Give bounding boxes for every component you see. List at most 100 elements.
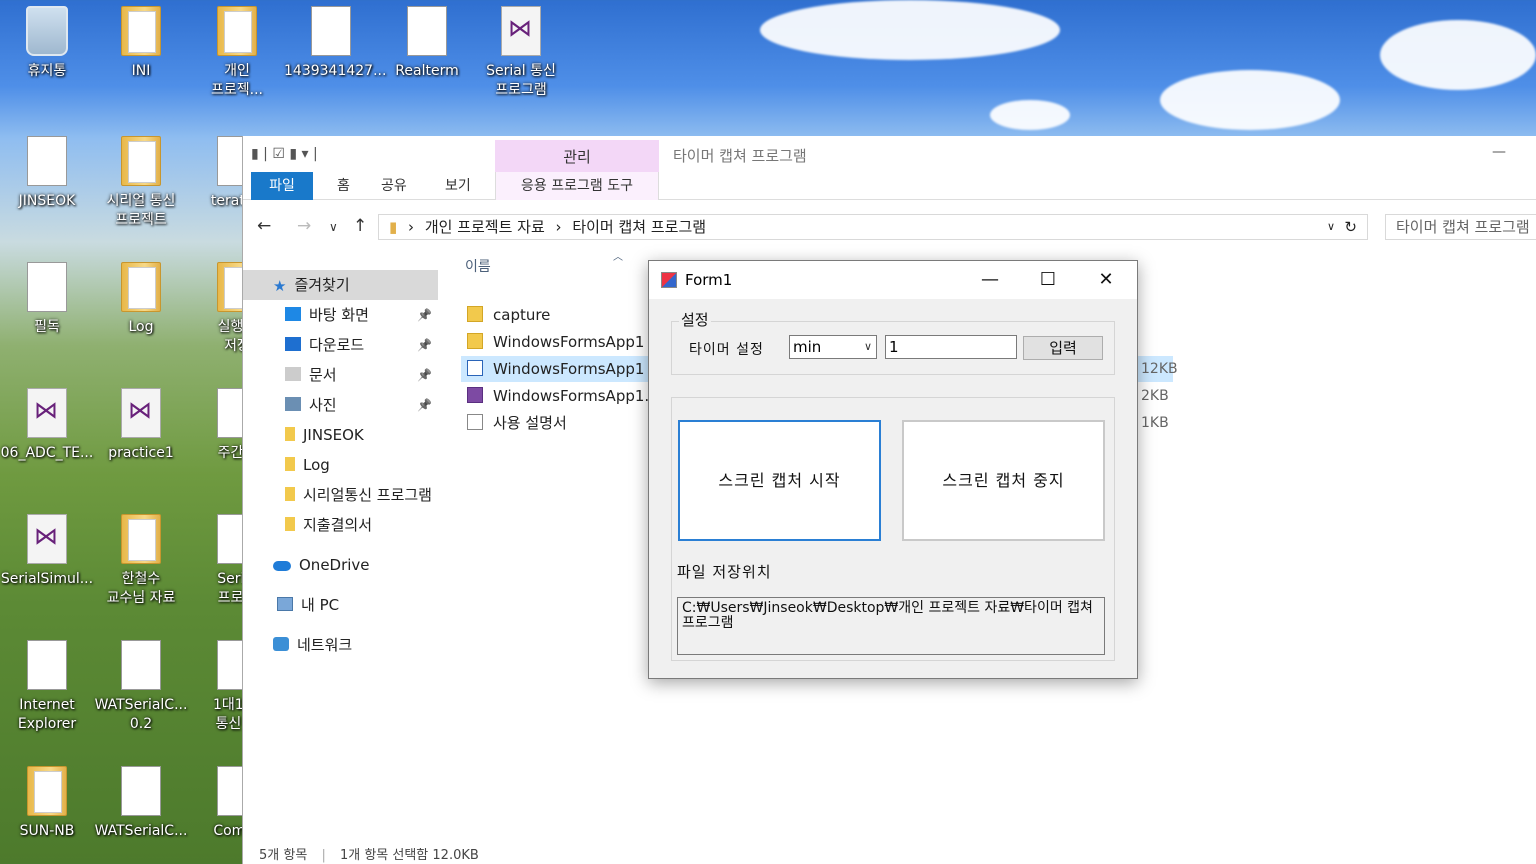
recent-chevron-icon[interactable]: ∨ [329, 220, 338, 234]
nav-label: 시리얼통신 프로그램 [303, 486, 432, 504]
desktop-icon[interactable]: Realterm [380, 6, 474, 81]
nav-item[interactable]: 문서 📌 [243, 360, 438, 390]
nav-label: 네트워크 [297, 636, 353, 654]
nav-label: 바탕 화면 [309, 306, 369, 324]
unit-select-value: min [793, 338, 822, 356]
desktop-icon[interactable]: 휴지통 [0, 6, 94, 81]
form1-window: Form1 — ☐ ✕ 설정 타이머 설정 min ∨ 1 입력 스크린 캡처 … [648, 260, 1138, 679]
nav-label: 다운로드 [309, 336, 365, 354]
window-title: 타이머 캡쳐 프로그램 [673, 147, 807, 165]
desktop-icon[interactable]: INI [94, 6, 188, 81]
desktop-icon [285, 307, 301, 321]
pin-icon[interactable]: 📌 [417, 390, 432, 420]
breadcrumb-item[interactable]: 타이머 캡쳐 프로그램 [572, 218, 706, 236]
address-bar[interactable]: ▮ › 개인 프로젝트 자료 › 타이머 캡쳐 프로그램 ∨ ↻ [378, 214, 1368, 240]
desktop-icon[interactable]: 개인 프로젝... [190, 6, 284, 100]
file-name: capture [493, 306, 551, 324]
input-button[interactable]: 입력 [1023, 336, 1103, 360]
interval-input[interactable]: 1 [885, 335, 1017, 359]
tab-home[interactable]: 홈 [327, 172, 360, 200]
app-icon [27, 640, 67, 690]
app-icon [407, 6, 447, 56]
forward-arrow-icon[interactable]: → [297, 216, 311, 236]
sln-file-icon [467, 387, 483, 403]
save-location-label: 파일 저장위치 [677, 563, 772, 581]
desktop-icon[interactable]: SerialSimul... [0, 514, 94, 589]
nav-item[interactable]: Log [243, 450, 438, 480]
tab-file[interactable]: 파일 [251, 172, 313, 200]
stop-capture-button[interactable]: 스크린 캡처 중지 [902, 420, 1105, 541]
tab-manage[interactable]: 관리 [495, 140, 659, 172]
refresh-icon[interactable]: ↻ [1344, 215, 1357, 239]
quick-access-toolbar[interactable]: ▮ | ☑ ▮ ▾ | [251, 146, 318, 162]
vs-icon [501, 6, 541, 56]
exe-file-icon [467, 360, 483, 376]
nav-quick-access[interactable]: ★ 즐겨찾기 [243, 270, 438, 300]
nav-item[interactable]: 시리얼통신 프로그램 [243, 480, 438, 510]
timer-setting-label: 타이머 설정 [689, 342, 764, 358]
tab-view[interactable]: 보기 [435, 172, 481, 200]
desktop-icon[interactable]: Log [94, 262, 188, 337]
ribbon-tabs: 파일 홈 공유 보기 응용 프로그램 도구 [243, 172, 1536, 200]
folder-icon [285, 457, 295, 471]
desktop-icon[interactable]: 필독 [0, 262, 94, 337]
folder-file-icon [467, 333, 483, 349]
nav-item[interactable]: 사진 📌 [243, 390, 438, 420]
file-name: WindowsFormsApp1 [493, 333, 645, 351]
chevron-down-icon: ∨ [863, 340, 872, 353]
save-path-field[interactable]: C:₩Users₩Jinseok₩Desktop₩개인 프로젝트 자료₩타이머 … [677, 597, 1105, 655]
nav-item[interactable]: 지출결의서 [243, 510, 438, 540]
desktop-icon[interactable]: 시리얼 통신 프로젝트 [94, 136, 188, 230]
pin-icon[interactable]: 📌 [417, 330, 432, 360]
nav-label: 지출결의서 [303, 516, 373, 534]
nav-network[interactable]: 네트워크 [243, 630, 438, 660]
chevron-down-icon[interactable]: ∨ [1327, 215, 1335, 239]
column-header-name[interactable]: 이름 [465, 256, 491, 276]
breadcrumb-item[interactable]: 개인 프로젝트 자료 [425, 218, 545, 236]
folder-icon: ▮ [389, 218, 398, 236]
pin-icon[interactable]: 📌 [417, 300, 432, 330]
desktop-icon[interactable]: JINSEOK [0, 136, 94, 211]
tab-share[interactable]: 공유 [371, 172, 417, 200]
desktop-icon[interactable]: 06_ADC_TE... [0, 388, 94, 463]
desktop-icon[interactable]: WATSerialC... 0.2 [94, 640, 188, 734]
nav-item[interactable]: 다운로드 📌 [243, 330, 438, 360]
file-name: WindowsFormsApp1.sln [493, 387, 671, 405]
search-input[interactable]: 타이머 캡쳐 프로그램 [1385, 214, 1536, 240]
desktop-icon[interactable]: Internet Explorer [0, 640, 94, 734]
desktop-icon[interactable]: Serial 통신 프로그램 [474, 6, 568, 100]
desktop-icon[interactable]: 한철수 교수님 자료 [94, 514, 188, 608]
desktop-icon-label: 시리얼 통신 프로젝트 [106, 193, 176, 228]
pin-icon[interactable]: 📌 [417, 360, 432, 390]
ribbon-title-bar: ▮ | ☑ ▮ ▾ | 관리 타이머 캡쳐 프로그램 — [243, 136, 1536, 172]
close-button[interactable]: ✕ [1083, 267, 1129, 293]
file-size: 12KB [1141, 361, 1178, 377]
unit-select[interactable]: min ∨ [789, 335, 877, 359]
back-arrow-icon[interactable]: ← [257, 216, 271, 236]
desktop-icon[interactable]: practice1 [94, 388, 188, 463]
desktop-icon-label: practice1 [108, 445, 174, 461]
computer-icon [277, 597, 293, 611]
nav-this-pc[interactable]: 내 PC [243, 590, 438, 620]
desktop-icon[interactable]: SUN-NB [0, 766, 94, 841]
txt-file-icon [467, 414, 483, 430]
folder-icon [121, 6, 161, 56]
up-arrow-icon[interactable]: ↑ [353, 216, 367, 236]
file-size: 2KB [1141, 388, 1169, 404]
desktop-icon-label: SUN-NB [19, 823, 75, 839]
minimize-button[interactable]: — [1492, 144, 1506, 160]
nav-onedrive[interactable]: OneDrive [243, 550, 438, 580]
desktop-icon[interactable]: WATSerialC... [94, 766, 188, 841]
settings-group-label: 설정 [679, 309, 711, 330]
folder-icon [27, 766, 67, 816]
maximize-button[interactable]: ☐ [1025, 267, 1071, 293]
desktop-icon[interactable]: 1439341427... [284, 6, 386, 81]
nav-item[interactable]: JINSEOK [243, 420, 438, 450]
start-capture-button[interactable]: 스크린 캡처 시작 [678, 420, 881, 541]
nav-label: JINSEOK [303, 426, 364, 444]
minimize-button[interactable]: — [967, 267, 1013, 293]
app-icon [661, 272, 677, 288]
nav-item[interactable]: 바탕 화면 📌 [243, 300, 438, 330]
tab-app-tools[interactable]: 응용 프로그램 도구 [495, 172, 659, 200]
document-icon [285, 367, 301, 381]
